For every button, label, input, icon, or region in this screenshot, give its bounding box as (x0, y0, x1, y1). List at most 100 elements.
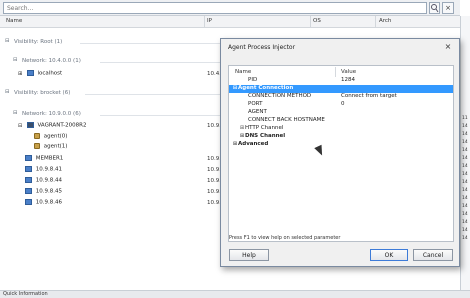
collapse-icon: ⊟ (18, 122, 23, 129)
column-divider (375, 16, 376, 28)
collapse-icon: ⊟ (5, 38, 10, 44)
close-search-button[interactable]: × (442, 2, 454, 14)
host-name: MEMBER1 (35, 155, 64, 162)
host-name: 10.9.8.45 (35, 188, 62, 195)
param-name: CONNECT BACK HOSTNAME (248, 117, 325, 123)
column-value[interactable]: Value (341, 69, 356, 75)
host-row[interactable]: ⊞ localhost (18, 70, 218, 80)
side-number: 14 (462, 148, 468, 153)
computer-icon (25, 177, 32, 183)
expand-icon: ⊞ (18, 70, 23, 77)
host-name: localhost (37, 70, 63, 77)
computer-icon (26, 70, 34, 76)
host-row[interactable]: 10.9.8.44 (25, 177, 62, 187)
param-name: DNS Channel (245, 133, 286, 139)
param-name: CONNECTION METHOD (248, 93, 312, 99)
search-button[interactable] (429, 2, 440, 14)
side-number: 14 (462, 164, 468, 169)
ok-button[interactable]: OK (370, 249, 408, 261)
side-number: 14 (462, 124, 468, 129)
group-header-root[interactable]: ⊟ Visibility: Root (1) (0, 38, 225, 49)
close-icon: × (445, 4, 451, 12)
search-input[interactable] (3, 2, 427, 14)
param-row-connect-back-hostname[interactable]: CONNECT BACK HOSTNAME (229, 117, 453, 125)
agent-row[interactable]: agent(1) (34, 143, 67, 153)
quick-information-bar[interactable]: Quick Information (0, 290, 470, 298)
host-ip: 10.4. (207, 71, 221, 77)
side-number: 14 (462, 236, 468, 241)
help-hint: Press F1 to view help on selected parame… (229, 235, 341, 241)
search-icon (431, 4, 439, 13)
side-number: 14 (462, 156, 468, 161)
param-value[interactable]: 1284 (341, 77, 355, 83)
collapse-icon: ⊟ (13, 110, 18, 116)
divider (80, 43, 220, 44)
group-label: Visibility: brocket (6) (14, 90, 71, 96)
agent-process-injector-dialog: Agent Process Injector × Name Value PID … (220, 38, 460, 267)
side-number: 14 (462, 212, 468, 217)
computer-icon (26, 122, 34, 128)
network-header[interactable]: ⊟ Network: 10.4.0.0 (1) (8, 57, 233, 68)
side-number: 14 (462, 220, 468, 225)
search-bar: × (0, 0, 460, 16)
host-name: VAGRANT-2008R2 (37, 122, 87, 129)
host-row[interactable]: 10.9.8.46 (25, 199, 62, 209)
side-number: 14 (462, 140, 468, 145)
host-ip: 10.9. (207, 167, 221, 173)
network-label: Network: 10.9.0.0 (6) (22, 111, 81, 117)
divider (100, 115, 220, 116)
param-value[interactable]: 0 (341, 101, 345, 107)
help-button[interactable]: Help (229, 249, 269, 261)
side-number: 14 (462, 188, 468, 193)
close-icon: × (444, 42, 452, 51)
side-number: 11 (462, 116, 468, 121)
host-name: 10.9.8.46 (35, 199, 62, 206)
column-divider (204, 16, 205, 28)
agent-icon (34, 143, 40, 149)
computer-icon (25, 166, 32, 172)
param-row-advanced[interactable]: ⊞Advanced (229, 141, 453, 149)
param-value[interactable]: Connect from target (341, 93, 397, 99)
parameter-panel: Name Value PID 1284 ⊟Agent Connection CO… (228, 65, 454, 242)
divider (100, 62, 220, 63)
host-ip: 10.9. (207, 189, 221, 195)
param-row-port[interactable]: PORT 0 (229, 101, 453, 109)
host-ip: 10.9. (207, 200, 221, 206)
column-divider (310, 16, 311, 28)
host-row[interactable]: 10.9.8.41 (25, 166, 62, 176)
host-row[interactable]: MEMBER1 (25, 155, 63, 165)
column-name[interactable]: Name (6, 18, 22, 24)
column-name[interactable]: Name (235, 69, 251, 75)
param-name: PORT (248, 101, 263, 107)
divider (85, 94, 220, 95)
param-row-http-channel[interactable]: ⊞HTTP Channel (229, 125, 453, 133)
host-ip: 10.9. (207, 123, 221, 129)
network-header[interactable]: ⊟ Network: 10.9.0.0 (6) (8, 110, 233, 121)
param-name: AGENT (248, 109, 267, 115)
side-number: 14 (462, 180, 468, 185)
param-row-connection-method[interactable]: CONNECTION METHOD Connect from target (229, 93, 453, 101)
group-header-brocket[interactable]: ⊟ Visibility: brocket (6) (0, 89, 225, 100)
param-row-agent-connection[interactable]: ⊟Agent Connection (229, 85, 453, 93)
cancel-button[interactable]: Cancel (413, 249, 453, 261)
column-ip[interactable]: IP (207, 18, 212, 24)
agent-name: agent(1) (43, 143, 68, 150)
agent-row[interactable]: agent(0) (34, 133, 67, 143)
side-number: 14 (462, 204, 468, 209)
host-row[interactable]: 10.9.8.45 (25, 188, 62, 198)
host-row[interactable]: ⊟ VAGRANT-2008R2 (18, 122, 86, 132)
param-row-pid[interactable]: PID 1284 (229, 77, 453, 85)
dialog-close-button[interactable]: × (441, 42, 455, 52)
param-name: Agent Connection (238, 85, 294, 91)
host-ip: 10.9. (207, 178, 221, 184)
side-strip: 11 14 14 14 14 14 14 14 14 14 14 14 14 1… (460, 16, 470, 298)
computer-icon (25, 188, 32, 194)
network-label: Network: 10.4.0.0 (1) (22, 58, 81, 64)
side-number: 14 (462, 228, 468, 233)
computer-icon (25, 199, 32, 205)
column-os[interactable]: OS (313, 18, 321, 24)
param-row-dns-channel[interactable]: ⊞DNS Channel (229, 133, 453, 141)
column-arch[interactable]: Arch (379, 18, 391, 24)
group-label: Visibility: Root (1) (14, 39, 63, 45)
param-row-agent[interactable]: AGENT (229, 109, 453, 117)
